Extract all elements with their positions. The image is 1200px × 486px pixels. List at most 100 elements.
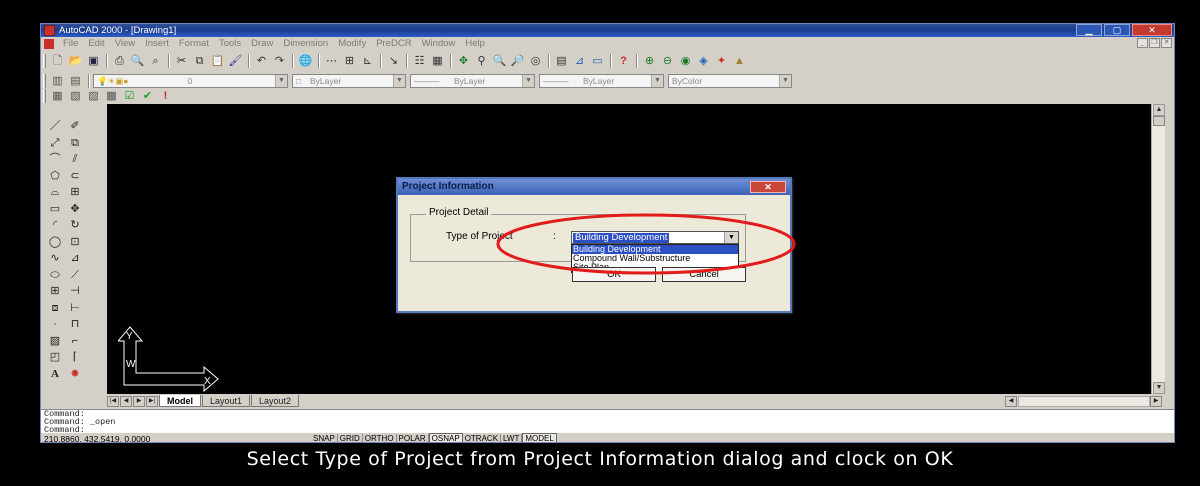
extend-icon[interactable]: ⊢ [65, 300, 85, 316]
circle-icon[interactable]: ◯ [45, 234, 65, 250]
drawing-document-icon[interactable] [44, 39, 54, 49]
chamfer-icon[interactable]: ⌐ [65, 333, 85, 349]
first-tab-icon[interactable]: |◀ [107, 395, 119, 407]
predcr-table-icon[interactable]: ▩ [103, 88, 120, 104]
mdi-restore-icon[interactable]: ❐ [1149, 38, 1160, 48]
line-icon[interactable]: ／ [45, 118, 65, 134]
undo-icon[interactable]: ↶ [253, 53, 270, 69]
menu-view[interactable]: View [110, 38, 140, 50]
render-icon[interactable]: ▲ [731, 53, 748, 69]
construction-line-icon[interactable]: ⤢ [45, 135, 65, 151]
predcr-alert-icon[interactable]: ! [157, 88, 174, 104]
hatch-icon[interactable]: ▨ [45, 333, 65, 349]
chevron-down-icon[interactable]: ▼ [275, 75, 287, 87]
mirror-icon[interactable]: ⫽ [65, 151, 85, 167]
menu-window[interactable]: Window [417, 38, 461, 50]
break-icon[interactable]: ⊓ [65, 316, 85, 332]
layer-manager-icon[interactable]: ▥ [49, 73, 66, 89]
mdi-close-icon[interactable]: ✕ [1161, 38, 1172, 48]
make-current-layer-icon[interactable]: ▤ [67, 73, 84, 89]
scroll-up-icon[interactable]: ▲ [1153, 104, 1165, 116]
vertical-scrollbar[interactable]: ▲ ▼ [1151, 104, 1165, 394]
close-icon[interactable]: ✕ [1132, 24, 1172, 36]
point-icon[interactable]: · [45, 316, 65, 332]
prev-tab-icon[interactable]: ◀ [120, 395, 132, 407]
aerial-view-icon[interactable]: ◎ [527, 53, 544, 69]
zoom-out-icon[interactable]: ⊖ [659, 53, 676, 69]
menu-insert[interactable]: Insert [140, 38, 174, 50]
zoom-realtime-icon[interactable]: ⚲ [473, 53, 490, 69]
predcr-report-icon[interactable]: ✔ [139, 88, 156, 104]
minimize-icon[interactable]: ▁ [1076, 24, 1102, 36]
toolbar-grip[interactable] [43, 89, 46, 103]
design-center-icon[interactable]: ▦ [429, 53, 446, 69]
status-osnap[interactable]: OSNAP [428, 432, 463, 442]
status-lwt[interactable]: LWT [501, 433, 523, 442]
array-icon[interactable]: ⊞ [65, 184, 85, 200]
fillet-icon[interactable]: ⌈ [65, 349, 85, 365]
horizontal-scrollbar[interactable]: ◀ ▶ [1005, 395, 1163, 407]
color-select[interactable]: □ ByLayer ▼ [292, 74, 406, 88]
predcr-layer-icon[interactable]: ▧ [67, 88, 84, 104]
redraw-icon[interactable]: ▭ [589, 53, 606, 69]
polyline-icon[interactable]: ⌒ [45, 151, 65, 167]
pline-arc-icon[interactable]: ⌓ [45, 184, 65, 200]
save-icon[interactable]: ▣ [85, 53, 102, 69]
last-tab-icon[interactable]: ▶| [146, 395, 158, 407]
tool-palette-icon[interactable]: ⊿ [571, 53, 588, 69]
rotate-icon[interactable]: ↻ [65, 217, 85, 233]
copy-object-icon[interactable]: ⧉ [65, 135, 85, 151]
chevron-down-icon[interactable]: ▼ [393, 75, 405, 87]
maximize-icon[interactable]: ▢ [1104, 24, 1130, 36]
menu-predcr[interactable]: PreDCR [371, 38, 416, 50]
predcr-check-icon[interactable]: ☑ [121, 88, 138, 104]
command-window[interactable]: Command: Command: _open Command: [41, 409, 1174, 434]
walk-icon[interactable]: ✦ [713, 53, 730, 69]
open-icon[interactable]: 📂 [67, 53, 84, 69]
polygon-icon[interactable]: ⬠ [45, 168, 65, 184]
predcr-building-icon[interactable]: ▦ [49, 88, 66, 104]
predcr-shape-icon[interactable]: ▨ [85, 88, 102, 104]
menu-modify[interactable]: Modify [333, 38, 371, 50]
scroll-right-icon[interactable]: ▶ [1150, 395, 1162, 407]
status-snap[interactable]: SNAP [311, 433, 338, 442]
snap-from-icon[interactable]: ⋯ [323, 53, 340, 69]
redo-icon[interactable]: ↷ [271, 53, 288, 69]
spline-icon[interactable]: ∿ [45, 250, 65, 266]
chevron-down-icon[interactable]: ▼ [651, 75, 663, 87]
ellipse-icon[interactable]: ⬭ [45, 267, 65, 283]
insert-block-icon[interactable]: ⊞ [45, 283, 65, 299]
tab-layout1[interactable]: Layout1 [202, 395, 251, 407]
arc-icon[interactable]: ◜ [45, 217, 65, 233]
orbit-icon[interactable]: ◉ [677, 53, 694, 69]
scroll-left-icon[interactable]: ◀ [1005, 395, 1017, 407]
tab-layout2[interactable]: Layout2 [251, 395, 300, 407]
pan-icon[interactable]: ✥ [455, 53, 472, 69]
layer-select[interactable]: 💡☀▣● 0 ▼ [93, 74, 288, 88]
explode-icon[interactable]: ✸ [65, 366, 85, 382]
status-grid[interactable]: GRID [338, 433, 363, 442]
move-icon[interactable]: ✥ [65, 201, 85, 217]
mdi-minimize-icon[interactable]: _ [1137, 38, 1148, 48]
scroll-track[interactable] [1018, 395, 1150, 407]
linetype-select[interactable]: ——— ByLayer ▼ [410, 74, 535, 88]
menu-file[interactable]: File [58, 38, 83, 50]
erase-icon[interactable]: ✐ [65, 118, 85, 134]
toolbar-grip[interactable] [43, 74, 46, 88]
help-icon[interactable]: ? [615, 53, 632, 69]
status-model[interactable]: MODEL [522, 432, 557, 442]
stretch-icon[interactable]: ⊿ [65, 250, 85, 266]
hyperlink-icon[interactable]: 🌐 [297, 53, 314, 69]
paste-icon[interactable]: 📋 [209, 53, 226, 69]
properties-icon[interactable]: ☷ [411, 53, 428, 69]
ucs-icon[interactable]: ⊾ [359, 53, 376, 69]
rectangle-icon[interactable]: ▭ [45, 201, 65, 217]
region-icon[interactable]: ◰ [45, 349, 65, 365]
next-tab-icon[interactable]: ▶ [133, 395, 145, 407]
match-properties-icon[interactable]: 🖌 [227, 53, 244, 69]
lengthen-icon[interactable]: ⟋ [65, 267, 85, 283]
make-block-icon[interactable]: ⧈ [45, 300, 65, 316]
trim-icon[interactable]: ⊣ [65, 283, 85, 299]
distance-icon[interactable]: ↘ [385, 53, 402, 69]
print-icon[interactable]: ⎙ [111, 53, 128, 69]
